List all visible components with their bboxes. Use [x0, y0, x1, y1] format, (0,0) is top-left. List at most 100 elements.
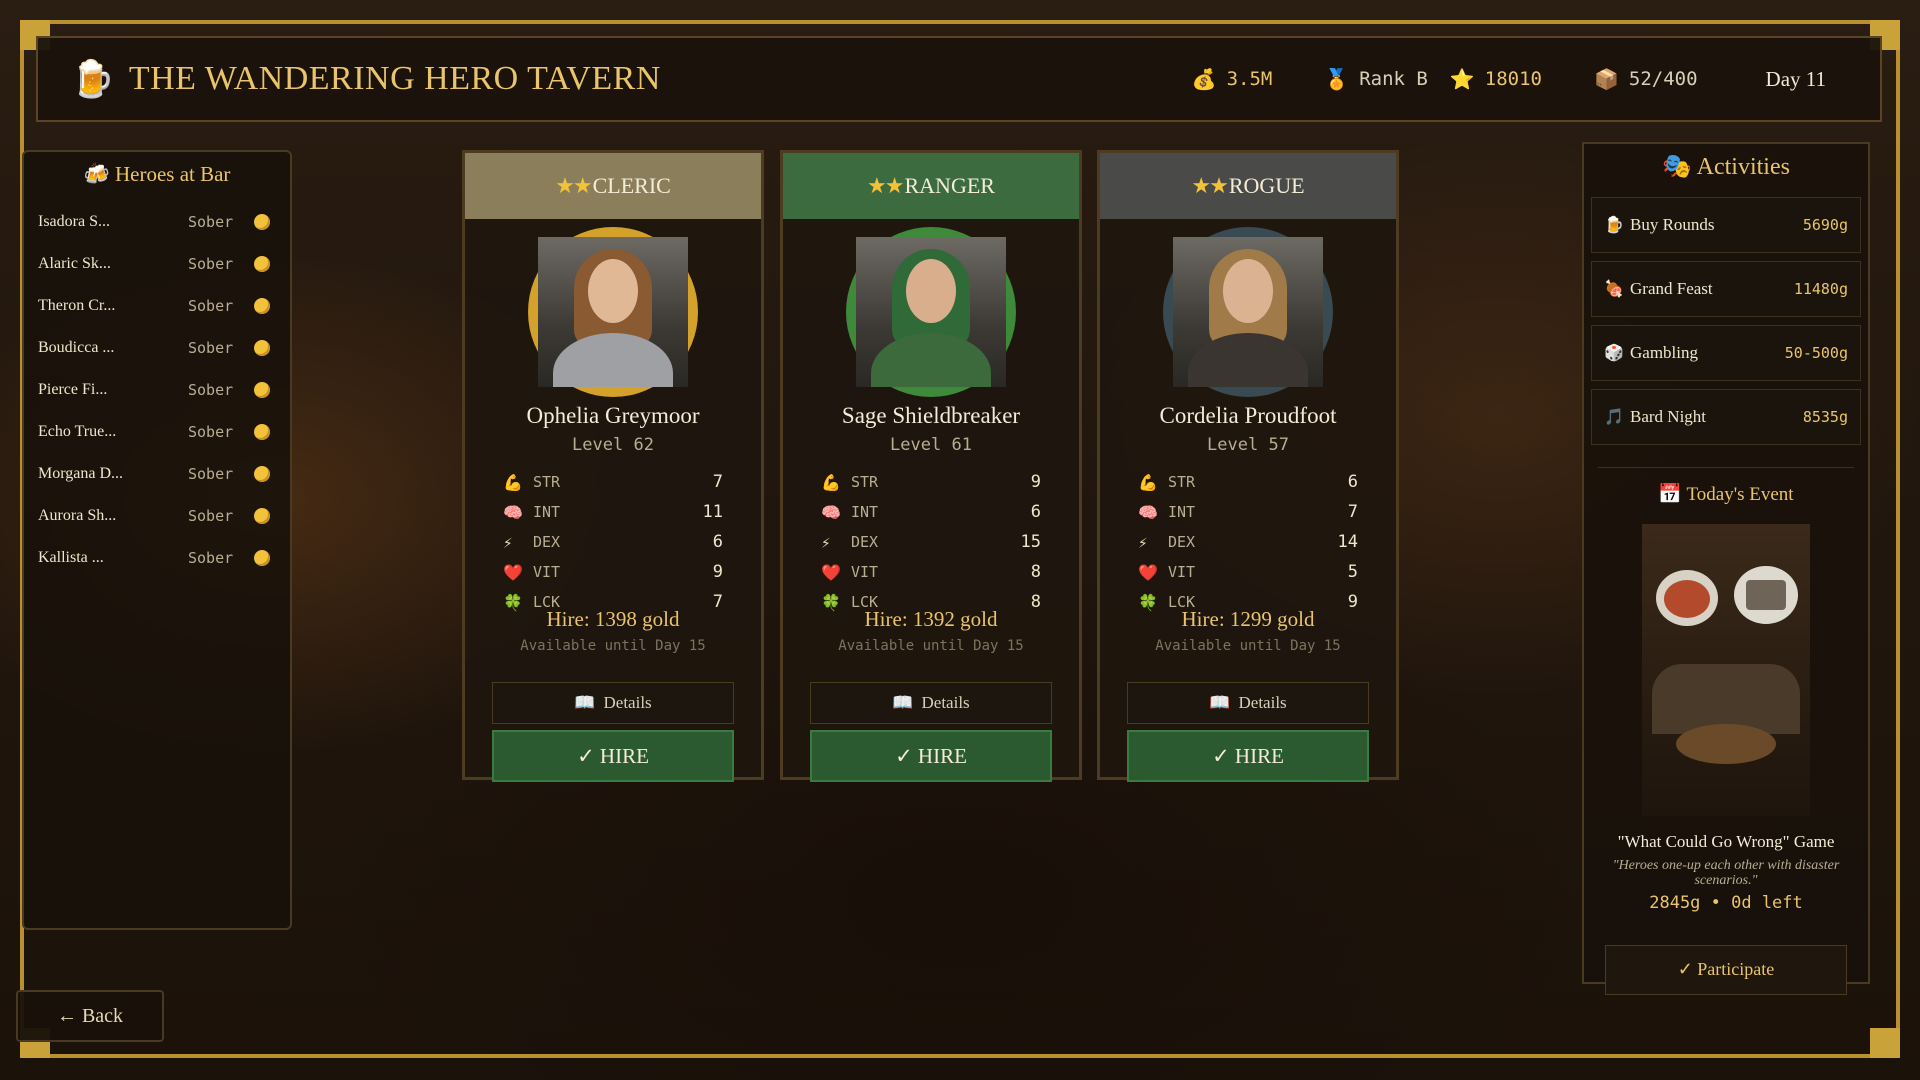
heroes-at-bar-panel: 🍻 Heroes at Bar Isadora S... Sober Alaric …: [22, 150, 292, 930]
stat-value: 15: [1020, 532, 1041, 552]
gold-value: 3.5M: [1226, 68, 1273, 90]
reputation-stat: ⭐ 18010: [1450, 67, 1542, 91]
hero-status: Sober: [188, 507, 234, 525]
activity-cost: 8535g: [1802, 408, 1848, 426]
details-button[interactable]: 📖 Details: [810, 682, 1052, 724]
hero-class-header: ★★ ROGUE: [1100, 153, 1396, 219]
activities-panel: 🎭 Activities 🍺 Buy Rounds 5690g 🍖 Grand Feas…: [1582, 142, 1870, 995]
hero-level: Level 61: [890, 435, 972, 455]
event-cost: 2845g • 0d left: [1649, 892, 1803, 913]
hero-list-item[interactable]: Kallista ... Sober: [24, 537, 290, 579]
hero-list-item[interactable]: Isadora S... Sober: [24, 201, 290, 243]
hero-name: Sage Shieldbreaker: [841, 403, 1021, 428]
smiley-face-icon: [254, 256, 270, 272]
details-button[interactable]: 📖 Details: [492, 682, 734, 724]
smiley-face-icon: [254, 424, 270, 440]
medal-icon: 🏅: [1324, 67, 1350, 91]
book-icon: 📖: [1209, 693, 1231, 712]
lightning-icon: ⚡: [821, 532, 831, 552]
stat-list: 💪 STR 9 🧠 INT 6 ⚡ DEX 15 ❤️ VIT 8 🍀 LCK 8: [783, 467, 1079, 617]
lightning-icon: ⚡: [503, 532, 513, 552]
stat-row: 🧠 INT 6: [821, 497, 1041, 527]
hero-list-item[interactable]: Echo True... Sober: [24, 411, 290, 453]
frame-corner: [1870, 1028, 1900, 1058]
hero-card: ★★ ROGUE Cordelia Proudfoot Level 57 💪 STR 6 🧠 I…: [1097, 150, 1399, 782]
hero-status: Sober: [188, 297, 234, 315]
activities-icon: 🎭: [1662, 154, 1692, 180]
meat-icon: 🍖: [1604, 281, 1624, 298]
hero-portrait: [528, 227, 698, 397]
top-bar: 🍺 THE WANDERING HERO TAVERN 💰 3.5M 🏅 Ran…: [36, 36, 1882, 122]
lightning-icon: ⚡: [1138, 532, 1148, 552]
hero-list-item[interactable]: Boudicca ... Sober: [24, 327, 290, 369]
gold-stat: 💰 3.5M: [1192, 67, 1273, 91]
hero-name: Morgana D...: [38, 465, 124, 482]
stat-label: INT: [1168, 503, 1196, 521]
activity-buy-rounds[interactable]: 🍺 Buy Rounds 5690g: [1591, 197, 1861, 253]
event-name: "What Could Go Wrong" Game: [1617, 832, 1835, 851]
stat-list: 💪 STR 6 🧠 INT 7 ⚡ DEX 14 ❤️ VIT 5 🍀 LCK 9: [1100, 467, 1396, 617]
activity-grand-feast[interactable]: 🍖 Grand Feast 11480g: [1591, 261, 1861, 317]
hero-name: Alaric Sk...: [38, 255, 111, 272]
storage-stat: 📦 52/400: [1594, 67, 1698, 91]
availability-text: Available until Day 15: [1155, 638, 1341, 654]
hero-name: Pierce Fi...: [38, 381, 108, 398]
stat-list: 💪 STR 7 🧠 INT 11 ⚡ DEX 6 ❤️ VIT 9 🍀 LCK 7: [465, 467, 761, 617]
hire-button[interactable]: ✓ HIRE: [1127, 730, 1369, 782]
hire-button[interactable]: ✓ HIRE: [492, 730, 734, 782]
beer-mug-icon: 🍺: [70, 59, 115, 99]
tavern-title: THE WANDERING HERO TAVERN: [128, 60, 661, 97]
flexed-arm-icon: 💪: [1138, 472, 1158, 492]
heart-icon: ❤️: [1138, 562, 1158, 582]
rarity-stars-icon: ★★: [555, 173, 592, 198]
hero-class: CLERIC: [592, 173, 671, 198]
clover-icon: 🍀: [821, 592, 841, 612]
event-description: "Heroes one-up each other with disaster …: [1612, 858, 1840, 889]
stat-row: ⚡ DEX 15: [821, 527, 1041, 557]
panel-title: 🎭 Activities: [1662, 154, 1790, 180]
stat-row: 💪 STR 7: [503, 467, 723, 497]
storage-value: 52/400: [1628, 68, 1698, 90]
stat-value: 5: [1347, 562, 1358, 582]
star-icon: ⭐: [1449, 67, 1475, 91]
stat-label: VIT: [851, 563, 879, 581]
brain-icon: 🧠: [1138, 502, 1158, 522]
back-button[interactable]: ← Back: [16, 990, 164, 1042]
reputation-value: 18010: [1484, 68, 1542, 90]
stat-label: INT: [851, 503, 879, 521]
participate-button[interactable]: ✓ Participate: [1605, 944, 1847, 995]
dice-icon: 🎲: [1604, 345, 1624, 362]
stat-value: 9: [1347, 592, 1358, 612]
details-button[interactable]: 📖 Details: [1127, 682, 1369, 724]
stat-row: ⚡ DEX 14: [1138, 527, 1358, 557]
hire-button[interactable]: ✓ HIRE: [810, 730, 1052, 782]
activity-cost: 50-500g: [1784, 344, 1848, 362]
hero-card: ★★ CLERIC Ophelia Greymoor Level 62 💪 STR 7 🧠 IN…: [462, 150, 764, 782]
hero-list: Isadora S... Sober Alaric Sk... Sober Theron…: [24, 201, 290, 579]
beer-icon: 🍺: [1604, 217, 1624, 234]
stat-row: ❤️ VIT 9: [503, 557, 723, 587]
stat-value: 8: [1030, 562, 1041, 582]
hero-status: Sober: [188, 381, 234, 399]
book-icon: 📖: [574, 693, 596, 712]
hero-list-item[interactable]: Alaric Sk... Sober: [24, 243, 290, 285]
stat-label: DEX: [1168, 533, 1196, 551]
stat-label: STR: [533, 473, 561, 491]
hero-list-item[interactable]: Theron Cr... Sober: [24, 285, 290, 327]
hero-status: Sober: [188, 255, 234, 273]
smiley-face-icon: [254, 466, 270, 482]
clover-icon: 🍀: [503, 592, 523, 612]
hero-portrait: [1163, 227, 1333, 397]
brain-icon: 🧠: [503, 502, 523, 522]
stat-row: ❤️ VIT 5: [1138, 557, 1358, 587]
activity-gambling[interactable]: 🎲 Gambling 50-500g: [1591, 325, 1861, 381]
stat-row: ❤️ VIT 8: [821, 557, 1041, 587]
hero-portrait: [846, 227, 1016, 397]
hero-list-item[interactable]: Morgana D... Sober: [24, 453, 290, 495]
stat-value: 6: [1030, 502, 1041, 522]
smiley-face-icon: [254, 508, 270, 524]
activity-bard-night[interactable]: 🎵 Bard Night 8535g: [1591, 389, 1861, 445]
hero-list-item[interactable]: Aurora Sh... Sober: [24, 495, 290, 537]
hero-list-item[interactable]: Pierce Fi... Sober: [24, 369, 290, 411]
activity-name: Gambling: [1630, 343, 1698, 362]
